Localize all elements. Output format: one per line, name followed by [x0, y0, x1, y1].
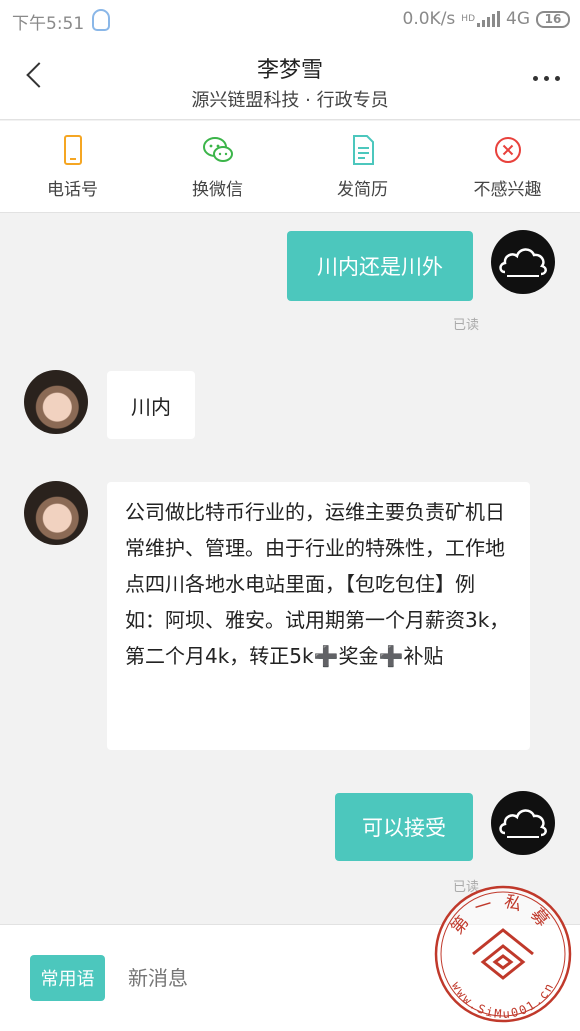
battery-icon: 16 — [536, 10, 570, 28]
my-avatar[interactable] — [491, 791, 555, 855]
plus-icon: ➕ — [313, 644, 339, 668]
message-input[interactable] — [128, 955, 398, 1001]
not-interested-icon — [494, 137, 521, 163]
network-type: 4G — [506, 9, 530, 29]
watermark-stamp: 第一私募 www.SiMu001.cn — [434, 885, 572, 1023]
not-interested-label: 不感兴趣 — [473, 180, 542, 200]
more-icon[interactable] — [533, 76, 560, 81]
not-interested-button[interactable]: 不感兴趣 — [435, 121, 580, 212]
message-bubble-sent[interactable]: 可以接受 — [335, 793, 473, 861]
send-resume-label: 发简历 — [337, 180, 388, 200]
signal-icon — [477, 11, 500, 27]
message-text: 川内 — [131, 394, 171, 419]
message-text: 可以接受 — [362, 816, 446, 840]
action-bar: 电话号 换微信 发简历 不感兴趣 — [0, 121, 580, 213]
common-phrases-button[interactable]: 常用语 — [30, 955, 105, 1001]
cloud-icon — [499, 248, 547, 277]
page-title: 李梦雪 — [256, 58, 323, 83]
hd-label: HD — [461, 13, 475, 24]
page-subtitle: 源兴链盟科技 · 行政专员 — [191, 90, 389, 111]
contact-avatar[interactable] — [24, 370, 88, 434]
message-text: 公司做比特币行业的，运维主要负责矿机日常维护、管理。由于行业的特殊性，工作地点四… — [125, 500, 510, 668]
phone-number-button[interactable]: 电话号 — [0, 121, 145, 212]
cloud-icon — [499, 809, 547, 838]
my-avatar[interactable] — [491, 230, 555, 294]
read-status: 已读 — [453, 318, 480, 333]
resume-icon — [352, 135, 374, 165]
message-bubble-received[interactable]: 公司做比特币行业的，运维主要负责矿机日常维护、管理。由于行业的特殊性，工作地点四… — [107, 482, 530, 750]
status-bar: 下午5:51 0.0K/s HD 4G 16 — [0, 0, 580, 40]
chat-header: 李梦雪 源兴链盟科技 · 行政专员 — [0, 40, 580, 120]
message-text: 川内还是川外 — [317, 255, 443, 279]
status-right: 0.0K/s HD 4G 16 — [403, 9, 570, 29]
qq-penguin-icon — [92, 9, 110, 31]
message-text: 奖金 — [338, 644, 379, 668]
chat-area[interactable]: 川内还是川外 已读 川内 公司做比特币行业的，运维主要负责矿机日常维护、管理。由… — [0, 214, 580, 924]
plus-icon: ➕ — [378, 644, 404, 668]
wechat-icon — [202, 137, 233, 162]
message-bubble-sent[interactable]: 川内还是川外 — [287, 231, 473, 301]
message-text: 补贴 — [403, 644, 444, 668]
phone-icon — [63, 135, 82, 165]
send-resume-button[interactable]: 发简历 — [290, 121, 435, 212]
exchange-wechat-label: 换微信 — [192, 180, 243, 200]
phone-number-label: 电话号 — [47, 180, 98, 200]
contact-avatar[interactable] — [24, 481, 88, 545]
message-bubble-received[interactable]: 川内 — [107, 371, 195, 439]
status-time: 下午5:51 — [12, 14, 85, 34]
network-speed: 0.0K/s — [402, 9, 456, 29]
exchange-wechat-button[interactable]: 换微信 — [145, 121, 290, 212]
